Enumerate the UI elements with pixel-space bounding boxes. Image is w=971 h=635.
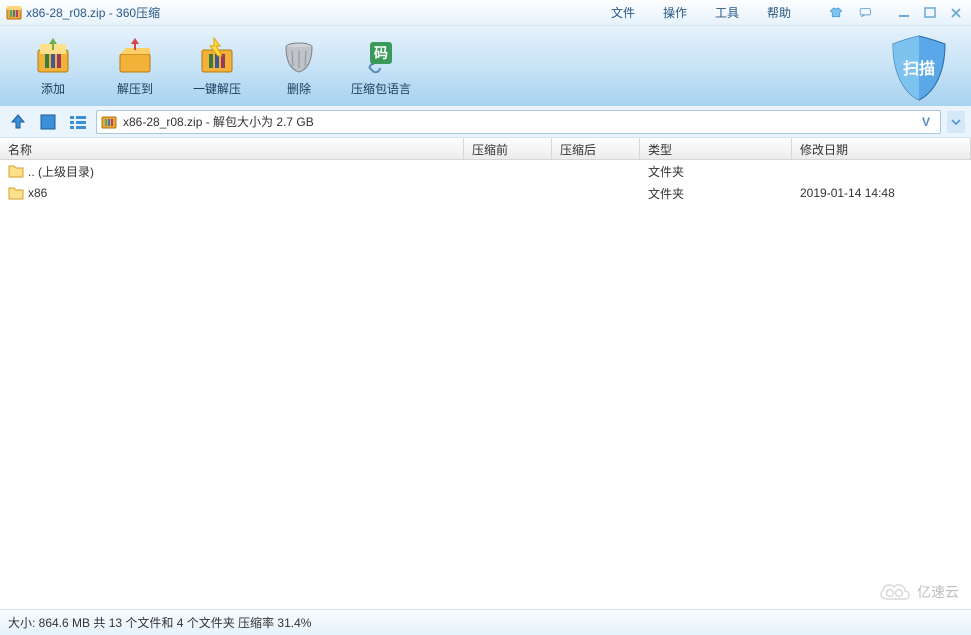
status-text: 大小: 864.6 MB 共 13 个文件和 4 个文件夹 压缩率 31.4%	[8, 614, 311, 631]
folder-icon	[8, 186, 24, 200]
column-headers: 名称 压缩前 压缩后 类型 修改日期	[0, 138, 971, 160]
add-icon	[32, 36, 74, 76]
archive-icon	[101, 114, 117, 130]
zip-language-label: 压缩包语言	[351, 80, 411, 97]
view-large-button[interactable]	[36, 111, 60, 133]
menu-tools[interactable]: 工具	[711, 2, 743, 23]
menu-help[interactable]: 帮助	[763, 2, 795, 23]
extract-to-button[interactable]: 解压到	[94, 28, 176, 104]
file-date	[792, 169, 971, 173]
delete-label: 删除	[287, 80, 311, 97]
pathbar-v-button[interactable]: V	[916, 115, 936, 129]
extract-to-label: 解压到	[117, 80, 153, 97]
file-name: .. (上级目录)	[28, 163, 94, 180]
add-label: 添加	[41, 80, 65, 97]
one-click-extract-button[interactable]: 一键解压	[176, 28, 258, 104]
one-click-extract-icon	[196, 36, 238, 76]
file-list: .. (上级目录) 文件夹 x86 文件夹 2019-01-14 14:48	[0, 160, 971, 204]
file-after	[552, 191, 640, 195]
svg-text:码: 码	[374, 45, 388, 61]
toolbar: 添加 解压到 一键解压 删除 码 压缩包语言 扫描	[0, 26, 971, 106]
minimize-button[interactable]	[893, 5, 915, 21]
skin-button[interactable]	[825, 5, 847, 21]
list-item[interactable]: .. (上级目录) 文件夹	[0, 160, 971, 182]
file-type: 文件夹	[640, 183, 792, 204]
file-after	[552, 169, 640, 173]
view-list-button[interactable]	[66, 111, 90, 133]
file-before	[464, 169, 552, 173]
col-type[interactable]: 类型	[640, 138, 792, 159]
scan-button[interactable]: 扫描	[883, 32, 955, 104]
extract-to-icon	[114, 36, 156, 76]
file-name: x86	[28, 186, 47, 200]
statusbar: 大小: 864.6 MB 共 13 个文件和 4 个文件夹 压缩率 31.4%	[0, 609, 971, 635]
pathbar-dropdown[interactable]	[947, 111, 965, 133]
col-after[interactable]: 压缩后	[552, 138, 640, 159]
svg-text:扫描: 扫描	[903, 59, 935, 78]
pathbar[interactable]: x86-28_r08.zip - 解包大小为 2.7 GB V	[96, 110, 941, 134]
folder-icon	[8, 164, 24, 178]
feedback-button[interactable]	[855, 5, 877, 21]
titlebar: x86-28_r08.zip - 360压缩 文件 操作 工具 帮助	[0, 0, 971, 26]
menubar: 文件 操作 工具 帮助	[607, 2, 795, 23]
app-icon	[6, 5, 22, 21]
up-button[interactable]	[6, 111, 30, 133]
cloud-icon	[877, 581, 913, 603]
delete-button[interactable]: 删除	[258, 28, 340, 104]
col-before[interactable]: 压缩前	[464, 138, 552, 159]
col-name[interactable]: 名称	[0, 138, 464, 159]
file-type: 文件夹	[640, 161, 792, 182]
one-click-extract-label: 一键解压	[193, 80, 241, 97]
col-date[interactable]: 修改日期	[792, 138, 971, 159]
watermark-text: 亿速云	[917, 582, 959, 602]
file-before	[464, 191, 552, 195]
watermark: 亿速云	[877, 581, 959, 603]
list-item[interactable]: x86 文件夹 2019-01-14 14:48	[0, 182, 971, 204]
zip-language-button[interactable]: 码 压缩包语言	[340, 28, 422, 104]
maximize-button[interactable]	[919, 5, 941, 21]
add-button[interactable]: 添加	[12, 28, 94, 104]
zip-language-icon: 码	[360, 36, 402, 76]
window-title: x86-28_r08.zip - 360压缩	[26, 4, 160, 21]
menu-file[interactable]: 文件	[607, 2, 639, 23]
menu-operation[interactable]: 操作	[659, 2, 691, 23]
navbar: x86-28_r08.zip - 解包大小为 2.7 GB V	[0, 106, 971, 138]
file-date: 2019-01-14 14:48	[792, 184, 971, 202]
close-button[interactable]	[945, 5, 967, 21]
delete-icon	[278, 36, 320, 76]
pathbar-text: x86-28_r08.zip - 解包大小为 2.7 GB	[123, 113, 910, 130]
